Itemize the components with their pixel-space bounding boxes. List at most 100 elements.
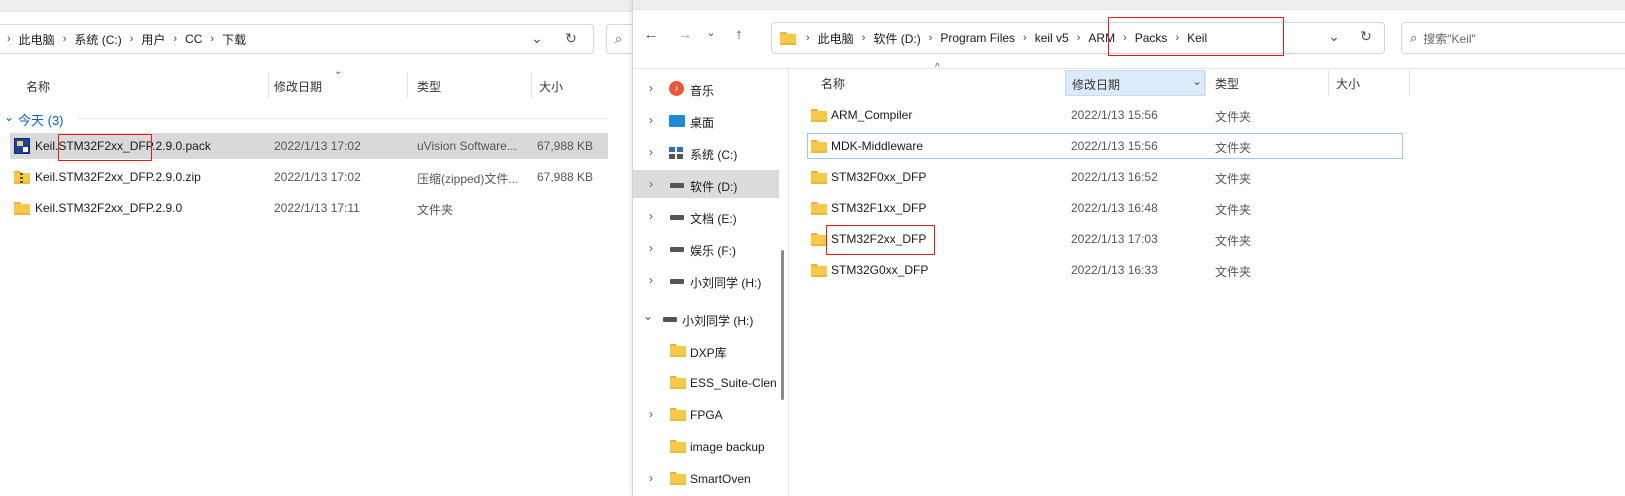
breadcrumb-item[interactable]: Program Files	[940, 31, 1015, 45]
refresh-icon[interactable]: ↻	[1357, 28, 1375, 45]
expand-chevron-icon[interactable]: ›	[649, 81, 653, 95]
breadcrumb-item[interactable]: Packs	[1135, 31, 1168, 45]
music-icon: ♪	[669, 81, 684, 96]
folder-row[interactable]: STM32F1xx_DFP 2022/1/13 16:48 文件夹	[807, 195, 1403, 221]
drive-icon	[670, 215, 684, 220]
folder-type: 文件夹	[1215, 265, 1252, 279]
nav-item-folder[interactable]: image backup	[633, 432, 779, 460]
up-arrow-icon[interactable]: ↑	[729, 26, 749, 43]
expand-chevron-icon[interactable]: ›	[649, 407, 653, 421]
expand-chevron-icon[interactable]: ›	[649, 241, 653, 255]
drive-icon	[663, 317, 677, 322]
expand-chevron-icon[interactable]: ›	[649, 471, 653, 485]
search-placeholder: 搜索"Keil"	[1423, 31, 1476, 46]
folder-row[interactable]: STM32G0xx_DFP 2022/1/13 16:33 文件夹	[807, 257, 1403, 283]
breadcrumb-item[interactable]: ARM	[1088, 31, 1115, 45]
folder-type: 文件夹	[1215, 234, 1252, 248]
file-size: 67,988 KB	[537, 139, 594, 153]
column-header-date: 修改日期	[1072, 78, 1121, 92]
file-row[interactable]: Keil.STM32F2xx_DFP.2.9.0.zip 2022/1/13 1…	[10, 164, 608, 190]
nav-item-folder[interactable]: ESS_Suite-Clen	[633, 368, 779, 396]
nav-item-drive-f[interactable]: › 娱乐 (F:)	[633, 234, 779, 262]
expand-chevron-icon[interactable]: ›	[649, 209, 653, 223]
expand-chevron-icon[interactable]: ›	[649, 273, 653, 287]
right-address-bar[interactable]: › 此电脑 › 软件 (D:) › Program Files › keil v…	[771, 22, 1385, 54]
nav-item-folder[interactable]: › SmartOven	[633, 464, 779, 492]
sort-indicator-icon: ⌄	[334, 66, 343, 77]
search-icon: ⌕	[615, 31, 623, 46]
group-collapse-icon[interactable]: ⌄	[4, 110, 14, 124]
folder-type: 文件夹	[1215, 172, 1252, 186]
breadcrumb-item[interactable]: 此电脑	[19, 31, 55, 48]
file-type: 压缩(zipped)文件...	[417, 172, 519, 186]
nav-item-drive-c[interactable]: › 系统 (C:)	[633, 138, 779, 166]
chevron-down-icon[interactable]: ⌄	[528, 30, 546, 47]
folder-icon	[670, 440, 686, 453]
column-header-type[interactable]: 类型	[1215, 75, 1239, 92]
folder-icon	[811, 109, 827, 122]
column-header-size[interactable]: 大小	[539, 78, 563, 95]
nav-item-drive-h-expanded[interactable]: ⌄ 小刘同学 (H:)	[633, 304, 779, 332]
expand-chevron-icon[interactable]: ›	[649, 177, 653, 191]
folder-icon	[670, 344, 686, 357]
column-header-date[interactable]: 修改日期	[274, 78, 322, 95]
breadcrumb-item[interactable]: keil v5	[1035, 31, 1069, 45]
refresh-icon[interactable]: ↻	[562, 30, 580, 47]
expand-chevron-icon[interactable]: ›	[649, 145, 653, 159]
nav-item-desktop[interactable]: › 桌面	[633, 106, 779, 134]
collapse-chevron-icon[interactable]: ⌄	[643, 309, 653, 323]
nav-item-music[interactable]: › ♪ 音乐	[633, 74, 779, 102]
nav-item-folder[interactable]: › FPGA	[633, 400, 779, 428]
column-header-size[interactable]: 大小	[1336, 75, 1360, 92]
column-header-name[interactable]: 名称	[26, 78, 50, 95]
nav-item-label: 桌面	[690, 116, 715, 130]
left-search-box[interactable]: ⌕	[606, 24, 632, 54]
column-header-type[interactable]: 类型	[417, 78, 441, 95]
folder-icon	[670, 408, 686, 421]
chevron-down-icon[interactable]: ⌄	[1325, 28, 1343, 45]
nav-item-drive-e[interactable]: › 文档 (E:)	[633, 202, 779, 230]
column-filter-chevron-icon[interactable]: ⌄	[1192, 74, 1202, 88]
desktop-icon	[669, 115, 685, 127]
folder-date: 2022/1/13 17:03	[1071, 232, 1158, 246]
file-row[interactable]: Keil.STM32F2xx_DFP.2.9.0 2022/1/13 17:11…	[10, 195, 608, 221]
nav-item-label: SmartOven	[690, 472, 751, 486]
nav-item-drive-d-selected[interactable]: › 软件 (D:)	[633, 170, 779, 198]
folder-row[interactable]: ARM_Compiler 2022/1/13 15:56 文件夹	[807, 102, 1403, 128]
folder-icon	[811, 171, 827, 184]
right-search-box[interactable]: ⌕ 搜索"Keil"	[1401, 22, 1625, 54]
folder-row[interactable]: STM32F2xx_DFP 2022/1/13 17:03 文件夹	[807, 226, 1403, 252]
breadcrumb-item[interactable]: 系统 (C:)	[74, 31, 121, 48]
nav-item-drive-h[interactable]: › 小刘同学 (H:)	[633, 266, 779, 294]
left-address-bar[interactable]: › 此电脑 › 系统 (C:) › 用户 › CC › 下载	[0, 24, 594, 54]
breadcrumb-item[interactable]: 用户	[141, 31, 165, 48]
forward-arrow-icon[interactable]: →	[675, 26, 695, 43]
breadcrumb-item[interactable]: 下载	[222, 31, 246, 48]
expand-chevron-icon[interactable]: ›	[649, 113, 653, 127]
folder-name: STM32F2xx_DFP	[831, 232, 927, 246]
nav-item-label: FPGA	[690, 408, 723, 422]
folder-row[interactable]: STM32F0xx_DFP 2022/1/13 16:52 文件夹	[807, 164, 1403, 190]
group-label[interactable]: 今天 (3)	[18, 110, 64, 129]
folder-type: 文件夹	[1215, 110, 1252, 124]
folder-date: 2022/1/13 15:56	[1071, 139, 1158, 153]
back-arrow-icon[interactable]: ←	[641, 26, 661, 43]
file-row-selected[interactable]: Keil.STM32F2xx_DFP.2.9.0.pack 2022/1/13 …	[10, 133, 608, 159]
breadcrumb-item[interactable]: CC	[185, 32, 202, 46]
breadcrumb-item[interactable]: Keil	[1187, 31, 1207, 45]
folder-icon	[811, 264, 827, 277]
recent-locations-chevron-icon[interactable]: ⌄	[703, 26, 719, 39]
file-name: Keil.STM32F2xx_DFP.2.9.0	[35, 201, 183, 215]
nav-item-folder[interactable]: DXP库	[633, 336, 779, 364]
file-name: Keil.STM32F2xx_DFP.2.9.0.zip	[35, 170, 201, 184]
nav-scrollbar[interactable]	[781, 250, 784, 400]
nav-item-label: ESS_Suite-Clen	[690, 376, 777, 390]
folder-row-focused[interactable]: MDK-Middleware 2022/1/13 15:56 文件夹	[807, 133, 1403, 159]
column-header-name[interactable]: 名称	[821, 75, 845, 92]
left-explorer-window: › 此电脑 › 系统 (C:) › 用户 › CC › 下载 ⌄ ↻ ⌕ 名称 …	[0, 0, 632, 496]
column-header-date-hovered[interactable]: 修改日期 ⌄	[1065, 70, 1205, 96]
breadcrumb-item[interactable]: 此电脑	[818, 30, 854, 47]
folder-icon	[811, 233, 827, 246]
breadcrumb-item[interactable]: 软件 (D:)	[873, 30, 920, 47]
nav-item-label: 音乐	[690, 84, 715, 98]
